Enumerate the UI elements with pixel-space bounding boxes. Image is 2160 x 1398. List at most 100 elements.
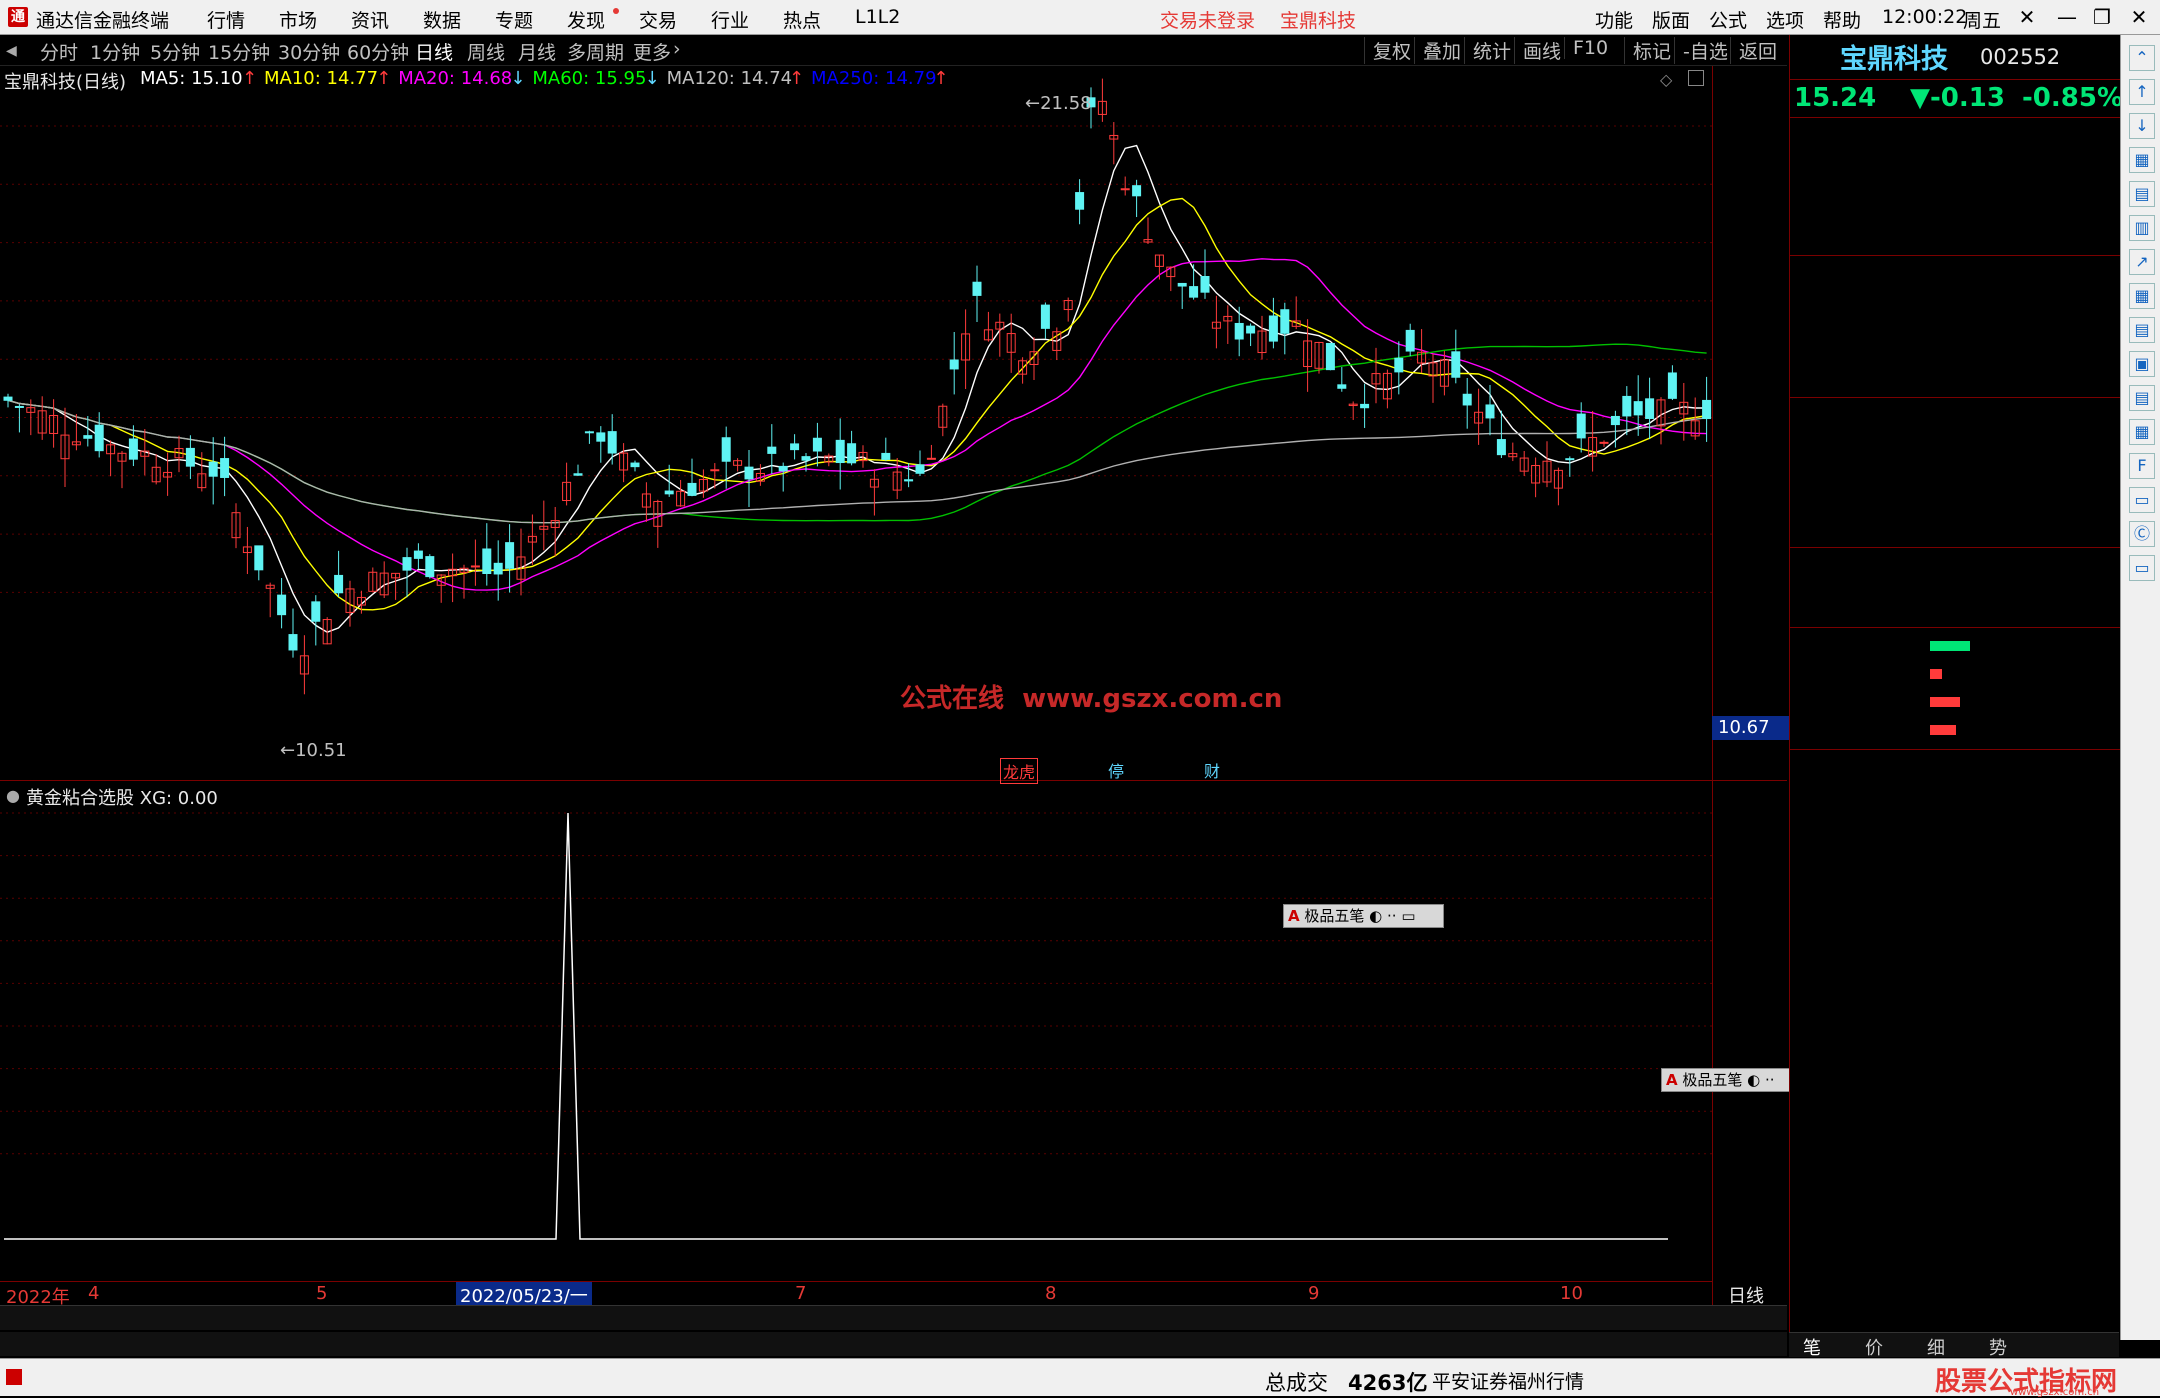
tick-row[interactable] xyxy=(1790,943,2120,970)
close-panel-icon[interactable]: ✕ xyxy=(2010,4,2044,30)
period-shortcut-button[interactable] xyxy=(2123,817,2159,843)
tick-row[interactable] xyxy=(1790,780,2120,807)
tab-monthly[interactable]: 月线 xyxy=(518,38,556,65)
period-shortcut-button[interactable] xyxy=(2123,891,2159,917)
menu-item-discover[interactable]: 发现 xyxy=(567,6,605,33)
f10-button[interactable]: F10 xyxy=(1564,37,1616,59)
tick-row[interactable] xyxy=(1790,1051,2120,1078)
restore-rights-button[interactable]: 复权 xyxy=(1364,37,1419,64)
event-marker-dragon-tiger[interactable]: 龙虎 xyxy=(1000,758,1039,784)
period-shortcut-button[interactable] xyxy=(2123,854,2159,880)
tick-row[interactable] xyxy=(1790,889,2120,916)
tab-daily[interactable]: 日线 xyxy=(415,38,453,65)
statistics-button[interactable]: 统计 xyxy=(1464,37,1519,64)
tick-list[interactable] xyxy=(1790,749,2120,1333)
tab-weekly[interactable]: 周线 xyxy=(467,38,505,65)
tick-row[interactable] xyxy=(1790,1132,2120,1159)
period-shortcut-button[interactable] xyxy=(2123,1076,2159,1102)
tab-ticks[interactable]: 笔 xyxy=(1803,1334,1821,1360)
back-button[interactable]: 返回 xyxy=(1730,37,1785,64)
collapse-up-icon[interactable]: ⌃ xyxy=(2129,45,2155,71)
tick-row[interactable] xyxy=(1790,970,2120,997)
down-arrow-icon[interactable]: ↓ xyxy=(2129,113,2155,139)
menu-item-function[interactable]: 功能 xyxy=(1595,6,1633,33)
window-icon[interactable]: ▭ xyxy=(2129,487,2155,513)
menu-item-topics[interactable]: 专题 xyxy=(495,6,533,33)
tick-row[interactable] xyxy=(1790,1024,2120,1051)
period-shortcut-button[interactable] xyxy=(2123,1039,2159,1065)
tick-row[interactable] xyxy=(1790,1241,2120,1268)
tab-more[interactable]: 更多 xyxy=(633,38,671,65)
login-status[interactable]: 交易未登录 xyxy=(1160,6,1255,33)
candle-icon[interactable]: ▦ xyxy=(2129,283,2155,309)
tab-multi-period[interactable]: 多周期 xyxy=(567,38,624,65)
up-arrow-icon[interactable]: ↑ xyxy=(2129,79,2155,105)
chart-icon[interactable]: ▣ xyxy=(2129,351,2155,377)
menu-item-quotes[interactable]: 行情 xyxy=(207,6,245,33)
period-shortcut-button[interactable] xyxy=(2123,706,2159,732)
tick-row[interactable] xyxy=(1790,1295,2120,1322)
period-shortcut-button[interactable] xyxy=(2123,965,2159,991)
menu-item-news[interactable]: 资讯 xyxy=(351,6,389,33)
tab-5min[interactable]: 5分钟 xyxy=(150,38,200,65)
period-shortcut-button[interactable] xyxy=(2123,928,2159,954)
period-shortcut-button[interactable] xyxy=(2123,595,2159,621)
minimize-icon[interactable]: — xyxy=(2050,4,2084,30)
tab-15min[interactable]: 15分钟 xyxy=(208,38,270,65)
panel-icon[interactable]: ▭ xyxy=(2129,555,2155,581)
period-shortcut-button[interactable] xyxy=(2123,1002,2159,1028)
chevron-right-icon[interactable]: › xyxy=(673,38,681,60)
menu-item-industry[interactable]: 行业 xyxy=(711,6,749,33)
tick-row[interactable] xyxy=(1790,1187,2120,1214)
ime-toolbar[interactable]: A 极品五笔 ◐ ·· ▭ xyxy=(1283,904,1444,928)
tick-row[interactable] xyxy=(1790,916,2120,943)
period-shortcut-button[interactable] xyxy=(2123,632,2159,658)
menu-item-l1l2[interactable]: L1L2 xyxy=(855,6,900,28)
period-shortcut-button[interactable] xyxy=(2123,669,2159,695)
tick-row[interactable] xyxy=(1790,1105,2120,1132)
close-icon[interactable]: ✕ xyxy=(2122,4,2156,30)
tick-row[interactable] xyxy=(1790,834,2120,861)
overlay-button[interactable]: 叠加 xyxy=(1414,37,1469,64)
tick-row[interactable] xyxy=(1790,1214,2120,1241)
tick-row[interactable] xyxy=(1790,861,2120,888)
tab-price[interactable]: 价 xyxy=(1865,1334,1883,1360)
tab-30min[interactable]: 30分钟 xyxy=(278,38,340,65)
tab-60min[interactable]: 60分钟 xyxy=(347,38,409,65)
tick-row[interactable] xyxy=(1790,807,2120,834)
board-icon[interactable]: ▤ xyxy=(2129,181,2155,207)
menu-item-trade[interactable]: 交易 xyxy=(639,6,677,33)
draw-line-button[interactable]: 画线 xyxy=(1514,37,1569,64)
tick-row[interactable] xyxy=(1790,1160,2120,1187)
restore-icon[interactable]: ❐ xyxy=(2085,4,2119,30)
period-shortcut-button[interactable] xyxy=(2123,780,2159,806)
tab-timeshare[interactable]: 分时 xyxy=(40,38,78,65)
trend-icon[interactable]: ↗ xyxy=(2129,249,2155,275)
tab-1min[interactable]: 1分钟 xyxy=(90,38,140,65)
f10-icon[interactable]: ▤ xyxy=(2129,385,2155,411)
period-shortcut-button[interactable] xyxy=(2123,743,2159,769)
collapse-left-icon[interactable]: ◀ xyxy=(6,43,17,59)
indicator-chart[interactable]: 1.000.900.800.700.600.500.400.300.20 xyxy=(0,783,1712,1279)
menu-item-help[interactable]: 帮助 xyxy=(1823,6,1861,33)
ime-toolbar-secondary[interactable]: A 极品五笔 ◐ ·· xyxy=(1661,1068,1790,1092)
quote-list-icon[interactable]: ▦ xyxy=(2129,147,2155,173)
menu-item-formula[interactable]: 公式 xyxy=(1709,6,1747,33)
tab-trend[interactable]: 势 xyxy=(1989,1334,2007,1360)
tick-row[interactable] xyxy=(1790,1268,2120,1295)
menu-item-layout[interactable]: 版面 xyxy=(1652,6,1690,33)
copyright-icon[interactable]: Ⓒ xyxy=(2129,521,2155,547)
menu-item-options[interactable]: 选项 xyxy=(1766,6,1804,33)
tick-row[interactable] xyxy=(1790,1078,2120,1105)
grid-icon[interactable]: ▦ xyxy=(2129,419,2155,445)
watchlist-button[interactable]: -自选 xyxy=(1674,37,1736,64)
event-marker-halt[interactable]: 停 xyxy=(1108,758,1124,782)
menu-item-market[interactable]: 市场 xyxy=(279,6,317,33)
menu-item-data[interactable]: 数据 xyxy=(423,6,461,33)
mark-button[interactable]: 标记 xyxy=(1624,37,1679,64)
detail-icon[interactable]: ▤ xyxy=(2129,317,2155,343)
tab-detail[interactable]: 细 xyxy=(1927,1334,1945,1360)
fs-icon[interactable]: F xyxy=(2129,453,2155,479)
candlestick-chart[interactable]: 20.0019.0018.0017.0016.0015.0014.0013.00… xyxy=(0,66,1712,780)
tick-row[interactable] xyxy=(1790,997,2120,1024)
